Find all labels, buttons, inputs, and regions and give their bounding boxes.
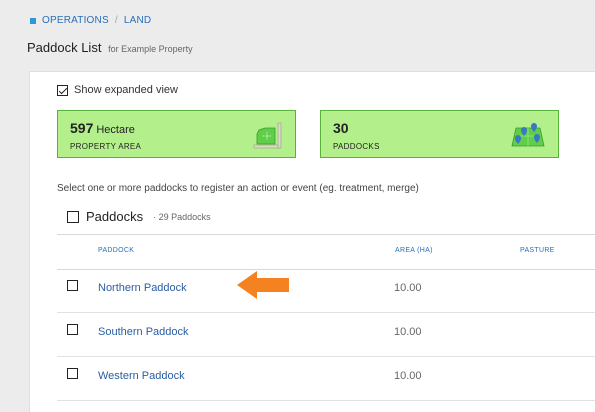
instructions-text: Select one or more paddocks to register … [57, 183, 419, 194]
paddock-link[interactable]: Southern Paddock [98, 326, 189, 338]
paddocks-count: · 29 Paddocks [153, 211, 211, 222]
breadcrumb: OPERATIONS / LAND [30, 15, 151, 26]
land-area-icon [253, 122, 282, 149]
column-paddock[interactable]: PADDOCK [98, 247, 134, 254]
paddock-area: 10.00 [394, 326, 422, 338]
main-panel: Show expanded view 597 Hectare PROPERTY A… [29, 71, 595, 412]
table-row[interactable]: Northern Paddock 10.00 [57, 268, 595, 313]
column-pasture[interactable]: PASTURE [520, 247, 555, 254]
map-pins-icon [511, 123, 545, 147]
paddocks-card: 30 PADDOCKS [320, 110, 559, 158]
row-checkbox[interactable] [67, 280, 78, 291]
expanded-view-label: Show expanded view [74, 84, 178, 96]
expanded-view-toggle[interactable]: Show expanded view [57, 84, 178, 96]
row-checkbox[interactable] [67, 368, 78, 379]
breadcrumb-separator: / [114, 15, 118, 26]
row-checkbox[interactable] [67, 324, 78, 335]
paddock-link[interactable]: Western Paddock [98, 370, 185, 382]
property-area-unit: Hectare [96, 124, 135, 136]
select-all-checkbox[interactable] [67, 210, 79, 223]
property-area-value-wrap: 597 Hectare [70, 120, 135, 136]
paddock-area: 10.00 [394, 282, 422, 294]
property-area-label: PROPERTY AREA [70, 142, 142, 151]
table-header: PADDOCK AREA (HA) PASTURE [57, 234, 595, 270]
paddocks-label: PADDOCKS [333, 142, 380, 151]
property-area-value: 597 [70, 120, 94, 136]
page-title: Paddock List for Example Property [27, 40, 193, 55]
paddock-link[interactable]: Northern Paddock [98, 282, 187, 294]
orange-arrow-icon [237, 271, 289, 299]
breadcrumb-land[interactable]: LAND [124, 15, 151, 26]
breadcrumb-operations[interactable]: OPERATIONS [42, 15, 109, 26]
paddocks-value-wrap: 30 [333, 120, 349, 136]
paddocks-select-all[interactable]: Paddocks · 29 Paddocks [67, 209, 211, 224]
table-row[interactable]: Western Paddock 10.00 [57, 356, 595, 401]
table-row[interactable]: Southern Paddock 10.00 [57, 312, 595, 357]
page-subtitle: for Example Property [108, 44, 193, 54]
page-title-text: Paddock List [27, 40, 102, 55]
paddocks-heading: Paddocks [86, 209, 144, 224]
column-area[interactable]: AREA (HA) [395, 247, 433, 254]
expanded-view-checkbox[interactable] [57, 84, 68, 96]
paddock-area: 10.00 [394, 370, 422, 382]
property-area-card: 597 Hectare PROPERTY AREA [57, 110, 296, 158]
paddocks-value: 30 [333, 120, 349, 136]
breadcrumb-icon [30, 17, 36, 24]
